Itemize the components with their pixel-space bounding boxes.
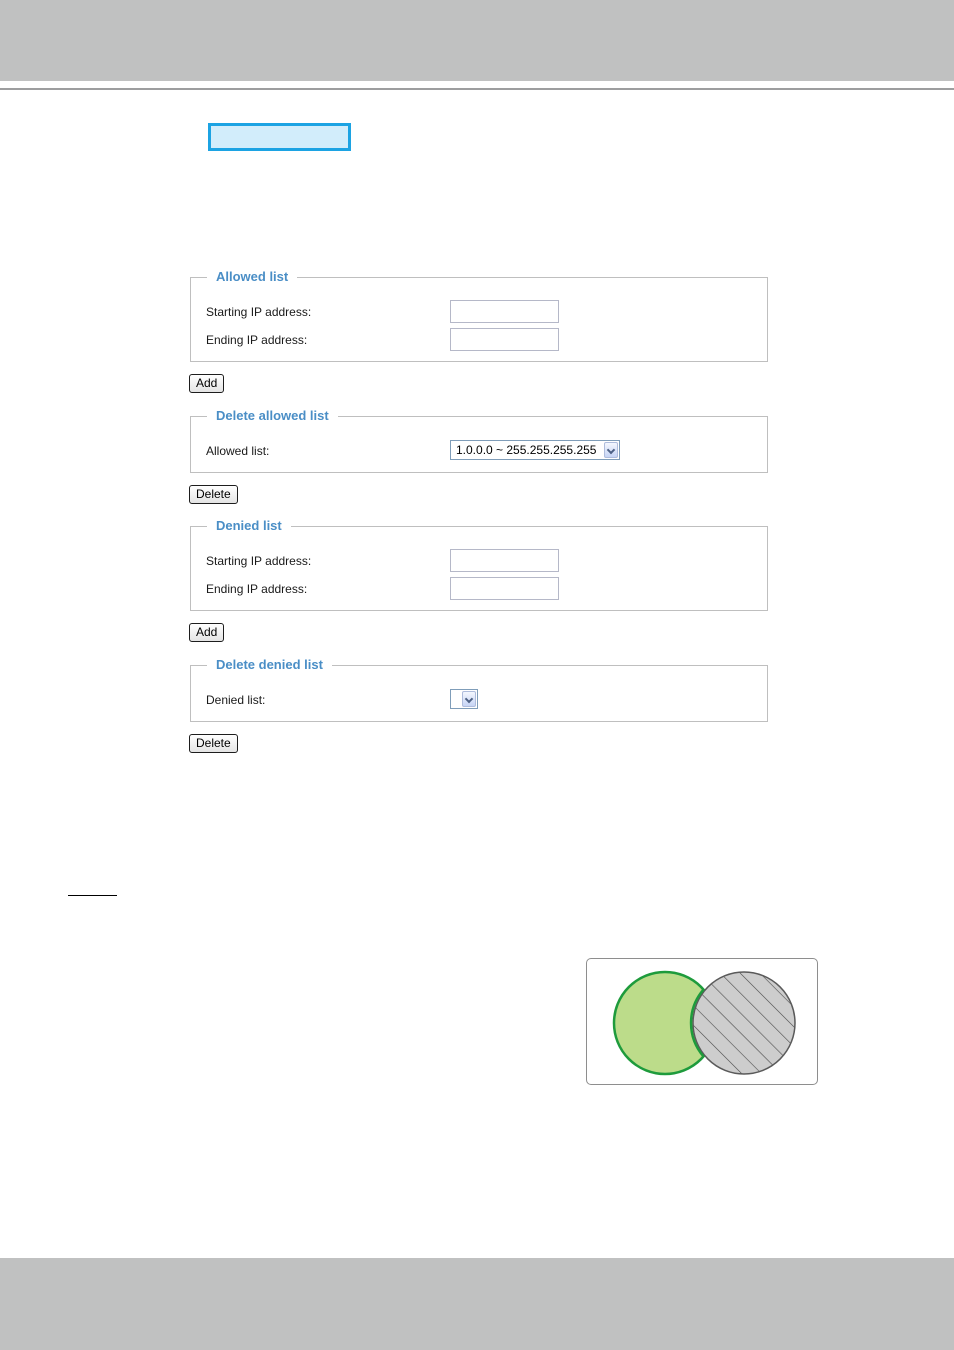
page-header-band [0, 0, 954, 81]
allowed-list-select[interactable]: 1.0.0.0 ~ 255.255.255.255 [450, 440, 620, 460]
chevron-down-icon[interactable] [462, 691, 476, 707]
denied-set-circle [692, 971, 796, 1075]
allowed-list-label: Allowed list: [206, 444, 270, 458]
denied-ending-ip-label: Ending IP address: [206, 582, 308, 596]
allowed-add-button[interactable]: Add [189, 374, 225, 393]
allowed-ending-ip-label: Ending IP address: [206, 333, 308, 347]
allowed-list-selected-value: 1.0.0.0 ~ 255.255.255.255 [456, 443, 597, 457]
delete-denied-list-fieldset: Delete denied list Denied list: [190, 657, 768, 722]
allowed-starting-ip-input[interactable] [450, 300, 559, 323]
denied-list-legend: Denied list [207, 518, 291, 534]
page-footer-band [0, 1258, 954, 1350]
allowed-delete-button[interactable]: Delete [189, 485, 238, 504]
highlight-box [208, 123, 351, 151]
allowed-list-legend: Allowed list [207, 269, 298, 285]
delete-allowed-list-fieldset: Delete allowed list Allowed list: 1.0.0.… [190, 408, 768, 473]
allowed-ending-ip-input[interactable] [450, 328, 559, 351]
denied-list-fieldset: Denied list Starting IP address: Ending … [190, 518, 768, 611]
allowed-list-fieldset: Allowed list Starting IP address: Ending… [190, 269, 768, 362]
header-rule [0, 88, 954, 90]
denied-starting-ip-label: Starting IP address: [206, 554, 312, 568]
denied-list-label: Denied list: [206, 693, 266, 707]
venn-diagram [612, 970, 796, 1076]
denied-ending-ip-input[interactable] [450, 577, 559, 600]
denied-delete-button[interactable]: Delete [189, 734, 238, 753]
venn-diagram-frame [586, 958, 818, 1085]
chevron-down-icon[interactable] [604, 442, 618, 458]
denied-list-select[interactable] [450, 689, 478, 709]
allowed-starting-ip-label: Starting IP address: [206, 305, 312, 319]
section-underline [68, 895, 117, 896]
delete-denied-list-legend: Delete denied list [207, 657, 332, 673]
denied-starting-ip-input[interactable] [450, 549, 559, 572]
denied-add-button[interactable]: Add [189, 623, 225, 642]
delete-allowed-list-legend: Delete allowed list [207, 408, 338, 424]
